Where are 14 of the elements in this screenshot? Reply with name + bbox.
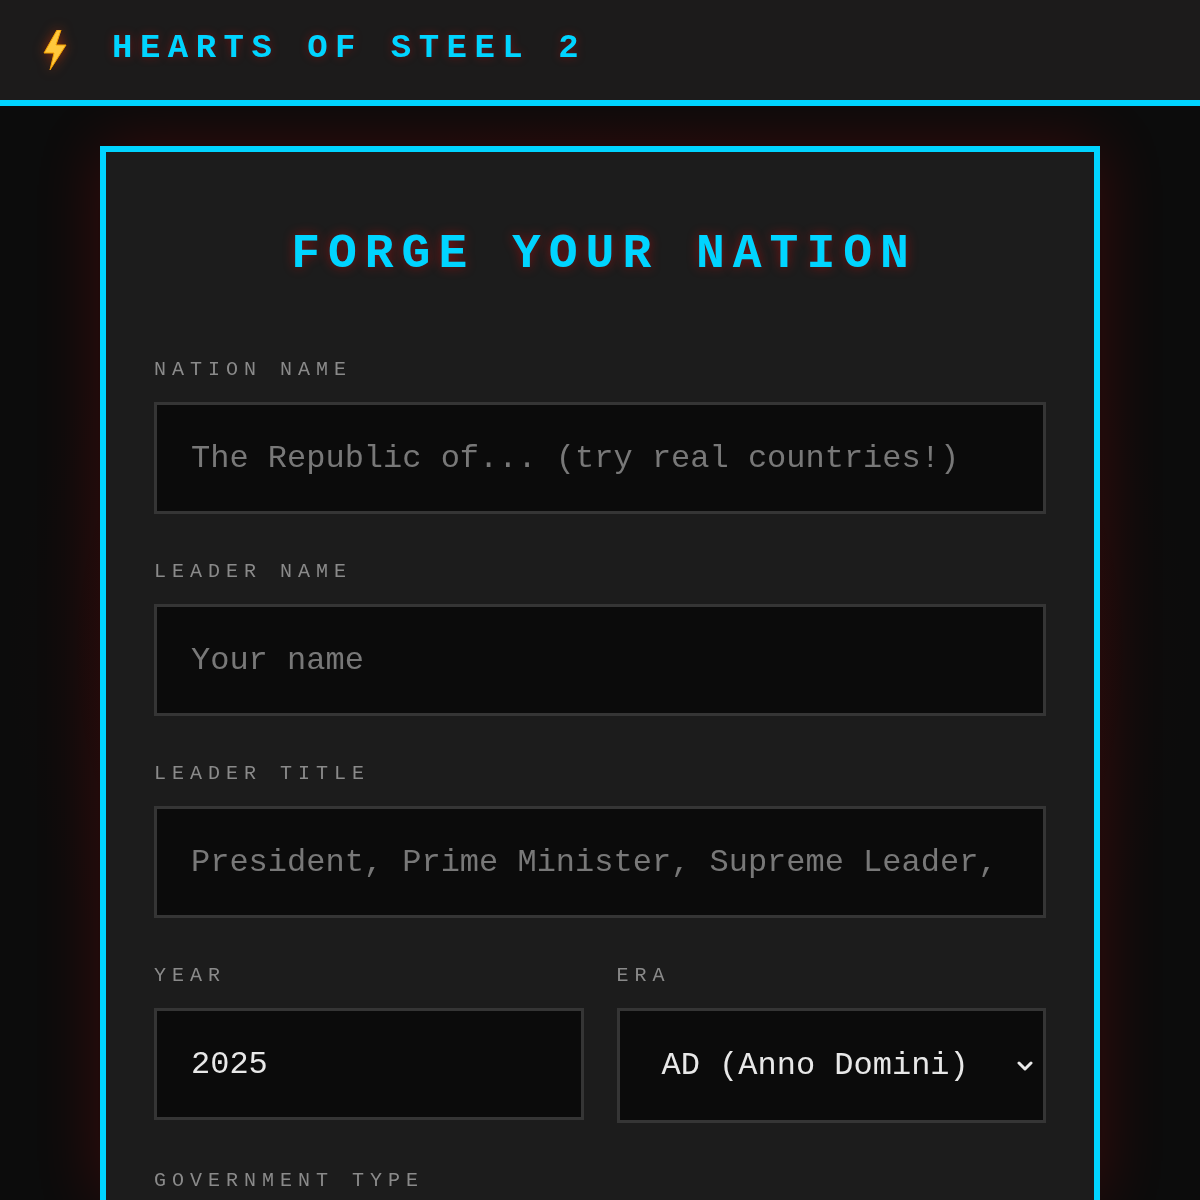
chevron-down-icon: [1017, 1060, 1033, 1071]
field-label: NATION NAME: [154, 358, 354, 382]
app-title: HEARTS OF STEEL 2: [112, 28, 587, 68]
era-select[interactable]: AD (Anno Domini): [616, 1008, 1046, 1123]
field-label: LEADER NAME: [154, 560, 354, 584]
text-input-field[interactable]: President, Prime Minister, Supreme Leader,: [154, 806, 1046, 918]
field-label: LEADER TITLE: [154, 762, 372, 786]
field-label: YEAR: [154, 964, 227, 988]
text-input-field[interactable]: Your name: [154, 604, 1046, 716]
text-input-field[interactable]: The Republic of... (try real countries!): [154, 402, 1046, 514]
text-input-field[interactable]: 2025: [154, 1008, 584, 1120]
field-label: ERA: [616, 964, 672, 988]
field-label: GOVERNMENT TYPE: [154, 1169, 426, 1193]
form-title: FORGE YOUR NATION: [290, 226, 918, 282]
